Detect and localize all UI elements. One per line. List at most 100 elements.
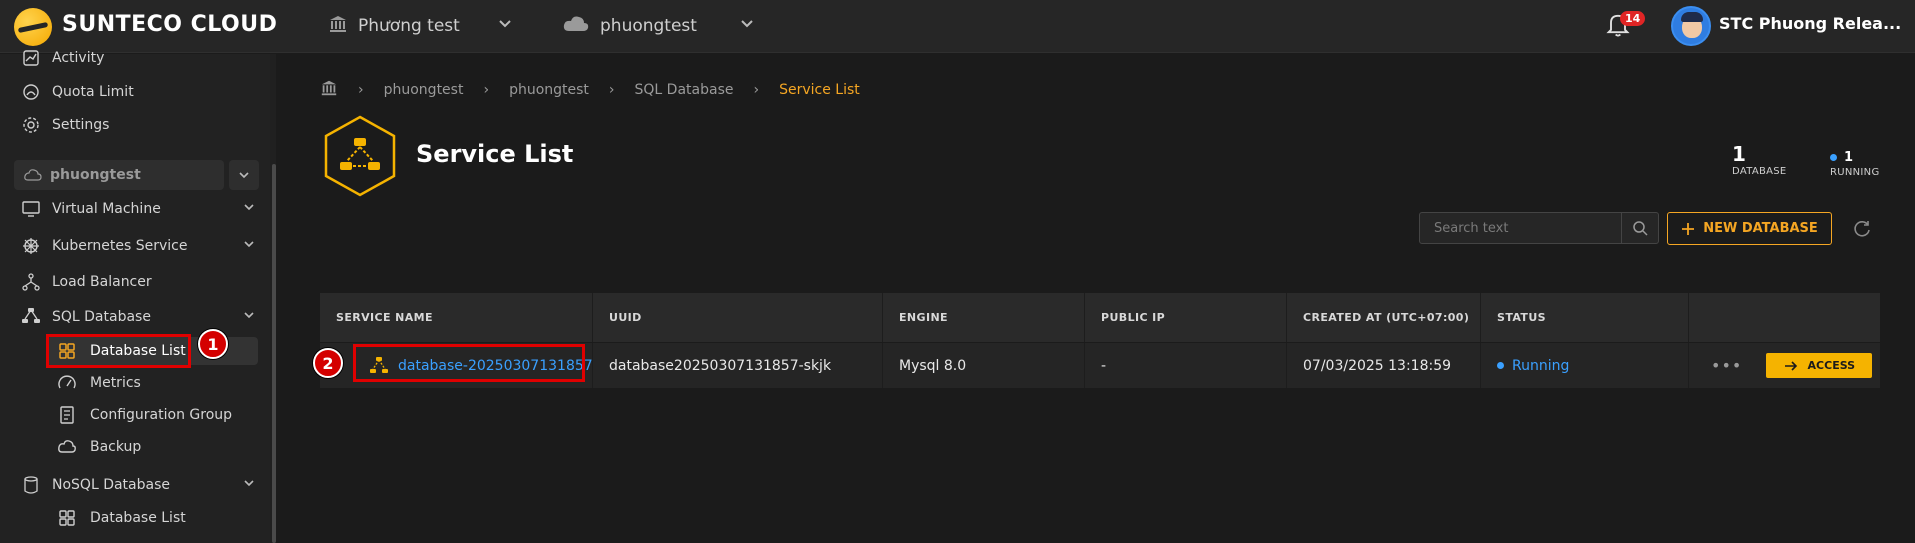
sidebar-item-configuration-group[interactable]: Configuration Group: [56, 402, 232, 428]
breadcrumb-item[interactable]: phuongtest: [509, 82, 589, 98]
sidebar-item-label: Backup: [90, 439, 142, 455]
running-dot-icon: [1830, 154, 1837, 161]
grid-icon: [56, 507, 78, 529]
load-balancer-icon: [20, 271, 42, 293]
annotation-marker: 2: [313, 348, 343, 378]
sidebar-item-label: NoSQL Database: [52, 477, 170, 493]
nosql-icon: [20, 474, 42, 496]
column-header[interactable]: ENGINE: [883, 293, 1085, 342]
access-button[interactable]: ACCESS: [1766, 353, 1873, 378]
sidebar-item-activity[interactable]: Activity: [20, 45, 104, 71]
table-header: SERVICE NAME UUID ENGINE PUBLIC IP CREAT…: [320, 293, 1880, 342]
sidebar-item-nosql-database[interactable]: NoSQL Database: [20, 472, 170, 498]
sidebar-item-nosql-database-list[interactable]: Database List: [56, 505, 186, 531]
sidebar-item-label: Quota Limit: [52, 84, 134, 100]
search-input[interactable]: [1419, 212, 1625, 244]
database-count-label: DATABASE: [1732, 166, 1787, 177]
cloud-icon: [562, 14, 590, 39]
public-ip-cell: -: [1085, 343, 1287, 388]
chevron-right-icon: ›: [358, 82, 364, 98]
home-bank-icon[interactable]: [320, 79, 338, 101]
organization-name: Phương test: [358, 16, 460, 36]
status-cell: Running: [1481, 343, 1689, 388]
chevron-down-icon[interactable]: [243, 201, 255, 217]
sidebar-item-virtual-machine[interactable]: Virtual Machine: [20, 196, 161, 222]
gauge-icon: [56, 372, 78, 394]
chevron-right-icon: ›: [483, 82, 490, 98]
chevron-down-icon: [239, 172, 249, 179]
column-header[interactable]: PUBLIC IP: [1085, 293, 1287, 342]
sidebar-item-label: Settings: [52, 117, 110, 133]
sidebar-item-label: Metrics: [90, 375, 141, 391]
sidebar-scroll-thumb[interactable]: [272, 164, 276, 543]
column-header[interactable]: UUID: [593, 293, 883, 342]
sidebar-item-label: Virtual Machine: [52, 201, 161, 217]
status-badge: Running: [1497, 358, 1569, 374]
project-pill-dropdown-button[interactable]: [229, 160, 259, 190]
breadcrumb-item[interactable]: phuongtest: [384, 82, 464, 98]
sidebar-item-sql-database[interactable]: SQL Database: [20, 304, 151, 330]
search-button[interactable]: [1621, 212, 1659, 244]
sunteco-logo-icon[interactable]: [14, 8, 52, 46]
refresh-button[interactable]: [1849, 216, 1875, 242]
more-options-button[interactable]: •••: [1711, 356, 1742, 375]
project-pill-label: phuongtest: [50, 167, 141, 183]
backup-icon: [56, 436, 78, 458]
sidebar-item-label: Activity: [52, 50, 105, 66]
user-name[interactable]: STC Phuong Relea...: [1719, 14, 1901, 33]
project-name: phuongtest: [600, 16, 697, 36]
chevron-down-icon[interactable]: [243, 309, 255, 325]
project-selector[interactable]: phuongtest: [562, 12, 754, 40]
running-count-label: RUNNING: [1830, 167, 1880, 178]
database-count-stat: 1 DATABASE: [1732, 142, 1787, 177]
column-header[interactable]: CREATED AT (UTC+07:00): [1287, 293, 1481, 342]
helm-icon: [20, 235, 42, 257]
sidebar-item-label: Database List: [90, 510, 186, 526]
sql-database-icon: [20, 306, 42, 328]
gear-icon: [20, 114, 42, 136]
running-count: 1: [1844, 150, 1854, 165]
breadcrumb: › phuongtest › phuongtest › SQL Database…: [320, 79, 860, 101]
column-header: [1689, 293, 1880, 342]
status-dot-icon: [1497, 362, 1504, 369]
refresh-icon: [1854, 221, 1870, 237]
chevron-down-icon[interactable]: [243, 238, 255, 254]
sidebar-item-kubernetes-service[interactable]: Kubernetes Service: [20, 233, 187, 259]
column-header[interactable]: SERVICE NAME: [320, 293, 593, 342]
sidebar-item-backup[interactable]: Backup: [56, 434, 141, 460]
breadcrumb-item[interactable]: SQL Database: [635, 82, 734, 98]
annotation-highlight-box: [46, 334, 191, 368]
organization-selector[interactable]: Phương test: [328, 12, 512, 40]
sidebar-item-label: Configuration Group: [90, 407, 233, 423]
sidebar-project-pill[interactable]: phuongtest: [14, 160, 224, 190]
sql-database-hex-icon: [324, 115, 396, 197]
arrow-right-icon: [1784, 360, 1797, 371]
cloud-icon: [24, 168, 42, 182]
actions-cell: ••• ACCESS: [1689, 343, 1880, 388]
sidebar-item-label: Kubernetes Service: [52, 238, 188, 254]
top-bar: SUNTECO CLOUD Phương test phuongtest 14 …: [0, 0, 1915, 53]
column-header[interactable]: STATUS: [1481, 293, 1689, 342]
sidebar-item-label: Load Balancer: [52, 274, 152, 290]
brand-name[interactable]: SUNTECO CLOUD: [62, 12, 277, 37]
access-label: ACCESS: [1807, 359, 1856, 372]
activity-icon: [20, 47, 42, 69]
monitor-icon: [20, 198, 42, 220]
config-icon: [56, 404, 78, 426]
chevron-down-icon: [740, 17, 754, 35]
bank-icon: [328, 14, 348, 39]
search-icon: [1633, 221, 1648, 236]
breadcrumb-current: Service List: [779, 82, 860, 98]
plus-icon: [1682, 222, 1695, 235]
sidebar-item-quota-limit[interactable]: Quota Limit: [20, 79, 134, 105]
sidebar-item-load-balancer[interactable]: Load Balancer: [20, 269, 152, 295]
chevron-right-icon: ›: [608, 82, 615, 98]
running-count-stat: 1 RUNNING: [1830, 150, 1880, 178]
avatar[interactable]: [1671, 6, 1711, 46]
new-database-button[interactable]: NEW DATABASE: [1667, 212, 1832, 245]
new-database-label: NEW DATABASE: [1703, 221, 1818, 236]
status-text: Running: [1512, 357, 1570, 374]
sidebar-item-settings[interactable]: Settings: [20, 112, 109, 138]
chevron-down-icon[interactable]: [243, 477, 255, 493]
sidebar-item-metrics[interactable]: Metrics: [56, 370, 141, 396]
